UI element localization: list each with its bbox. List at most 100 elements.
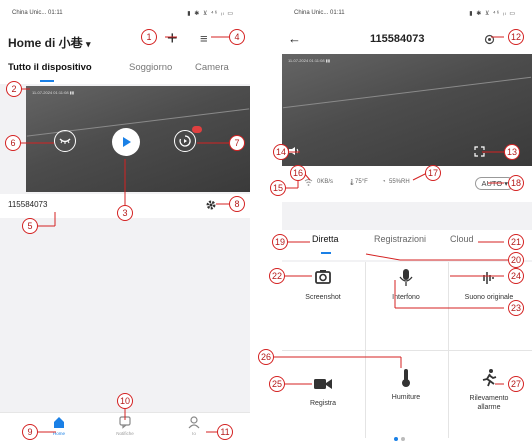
nav-notifications[interactable]: Notifiche [103,415,147,436]
camera-title: 115584073 [370,33,425,45]
annotation-marker: 9 [22,424,38,440]
annotation-marker: 18 [508,175,524,191]
tab-live[interactable]: Diretta [312,234,339,244]
fullscreen-icon[interactable] [474,146,485,157]
audio-wave-icon [483,272,494,284]
camera-icon [315,270,331,284]
carrier-time: China Unic... 01:11 [12,10,63,16]
page-dot-active [394,437,398,441]
status-bar: China Unic... 01:11 ▮ ✱ ⊻ ⁴⁶ ᵢₗ ▭ [282,0,532,26]
sleep-mode-icon[interactable] [54,130,76,152]
tab-living-room[interactable]: Soggiorno [129,62,172,73]
nav-profile-label: Io [192,431,196,436]
home-selector[interactable]: Home di 小巷 ▾ [8,34,91,51]
annotation-marker: 26 [258,349,274,365]
active-tab-indicator [40,80,54,82]
user-icon [188,416,200,429]
room-tabs: Tutto il dispositivo Soggiorno Camera [0,54,250,84]
annotation-marker: 1 [141,29,157,45]
status-icons: ▮ ✱ ⊻ ⁴⁶ ᵢₗ ▭ [469,11,516,17]
annotation-marker: 4 [229,29,245,45]
back-icon[interactable]: ← [288,31,301,46]
screenshot-button[interactable]: Screenshot [282,268,364,301]
live-video[interactable]: 11-07-2024 01:11:08 ▮▮ [282,54,532,166]
nav-home-label: Home [52,431,65,436]
playback-icon[interactable] [174,130,196,152]
nav-home[interactable]: Home [37,415,81,436]
menu-icon[interactable]: ≡ [200,31,208,46]
record-button[interactable]: Registra [282,374,364,407]
annotation-marker: 21 [508,234,524,250]
bitrate-value: 0KB/s [317,179,334,185]
status-bar: China Unic... 01:11 ▮ ✱ ⊻ ⁴⁶ ᵢₗ ▭ [0,0,250,26]
annotation-marker: 2 [6,81,22,97]
original-sound-label: Suono originale [464,294,514,301]
annotation-marker: 8 [229,196,245,212]
running-person-icon [482,369,497,387]
annotation-marker: 6 [5,135,21,151]
intercom-label: Interfono [392,294,420,301]
annotation-marker: 13 [504,144,520,160]
nav-profile[interactable]: Io [172,415,216,436]
thermometer-icon [402,369,410,387]
annotation-marker: 25 [269,376,285,392]
camera-preview[interactable]: 11-07-2024 01:11:08 ▮▮ [26,86,250,192]
annotation-marker: 7 [229,135,245,151]
annotation-marker: 12 [508,29,524,45]
humidity-small-icon: ◔ [382,179,386,185]
speaker-icon[interactable] [288,146,300,156]
tab-bedroom[interactable]: Camera [195,62,229,73]
annotation-marker: 23 [508,300,524,316]
humiture-button[interactable]: Humiture [365,368,447,401]
view-tabs: Diretta Registrazioni Cloud [282,230,532,260]
tab-recordings[interactable]: Registrazioni [374,234,426,244]
cloud-badge-icon [192,126,202,133]
annotation-marker: 17 [425,165,441,181]
annotation-marker: 16 [290,165,306,181]
video-camera-icon [314,379,332,389]
phone-camera-screen: China Unic... 01:11 ▮ ✱ ⊻ ⁴⁶ ᵢₗ ▭ ← 1155… [282,0,532,446]
feature-grid: Screenshot Interfono Suono originale Reg… [282,262,532,446]
intercom-button[interactable]: Interfono [365,268,447,301]
annotation-marker: 14 [273,144,289,160]
video-timestamp: 11-07-2024 01:11:08 ▮▮ [288,58,331,63]
active-tab-indicator [321,252,331,254]
annotation-marker: 3 [117,205,133,221]
info-row: 0KB/s 🌡︎ 75°F ◔ 55%RH AUTO ▾ [282,166,532,202]
scene-edge [282,76,532,109]
header: ← 115584073 [282,26,532,54]
nav-notifications-label: Notifiche [116,431,134,436]
motion-alarm-label: Rilevamento allarme [469,395,509,411]
annotation-marker: 20 [508,252,524,268]
tab-cloud[interactable]: Cloud [450,234,474,244]
annotation-marker: 24 [508,268,524,284]
temperature-value: 75°F [355,179,368,185]
chevron-down-icon: ▾ [86,39,91,49]
annotation-marker: 10 [117,393,133,409]
grid-divider [282,350,532,351]
microphone-icon [399,269,413,286]
camera-name: 115584073 [8,200,48,209]
humiture-label: Humiture [391,394,421,401]
wifi-icon [304,179,313,186]
tab-all-devices[interactable]: Tutto il dispositivo [8,62,92,73]
annotation-marker: 11 [217,424,233,440]
humidity-value: 55%RH [389,179,410,185]
carrier-time: China Unic... 01:11 [294,10,345,16]
settings-icon[interactable] [484,34,495,45]
add-icon[interactable]: + [167,28,178,49]
record-label: Registra [309,400,337,407]
annotation-marker: 15 [270,180,286,196]
annotation-marker: 5 [22,218,38,234]
home-title: Home di 小巷 [8,36,83,50]
annotation-marker: 22 [269,268,285,284]
status-icons: ▮ ✱ ⊻ ⁴⁶ ᵢₗ ▭ [187,11,234,17]
header: Home di 小巷 ▾ + ≡ [0,26,250,54]
page-dot [401,437,405,441]
chat-icon [119,416,131,429]
home-icon [54,417,64,428]
video-timestamp: 11-07-2024 01:11:08 ▮▮ [32,90,75,95]
gear-icon[interactable] [205,199,217,211]
annotation-marker: 27 [508,376,524,392]
play-button[interactable] [112,128,140,156]
